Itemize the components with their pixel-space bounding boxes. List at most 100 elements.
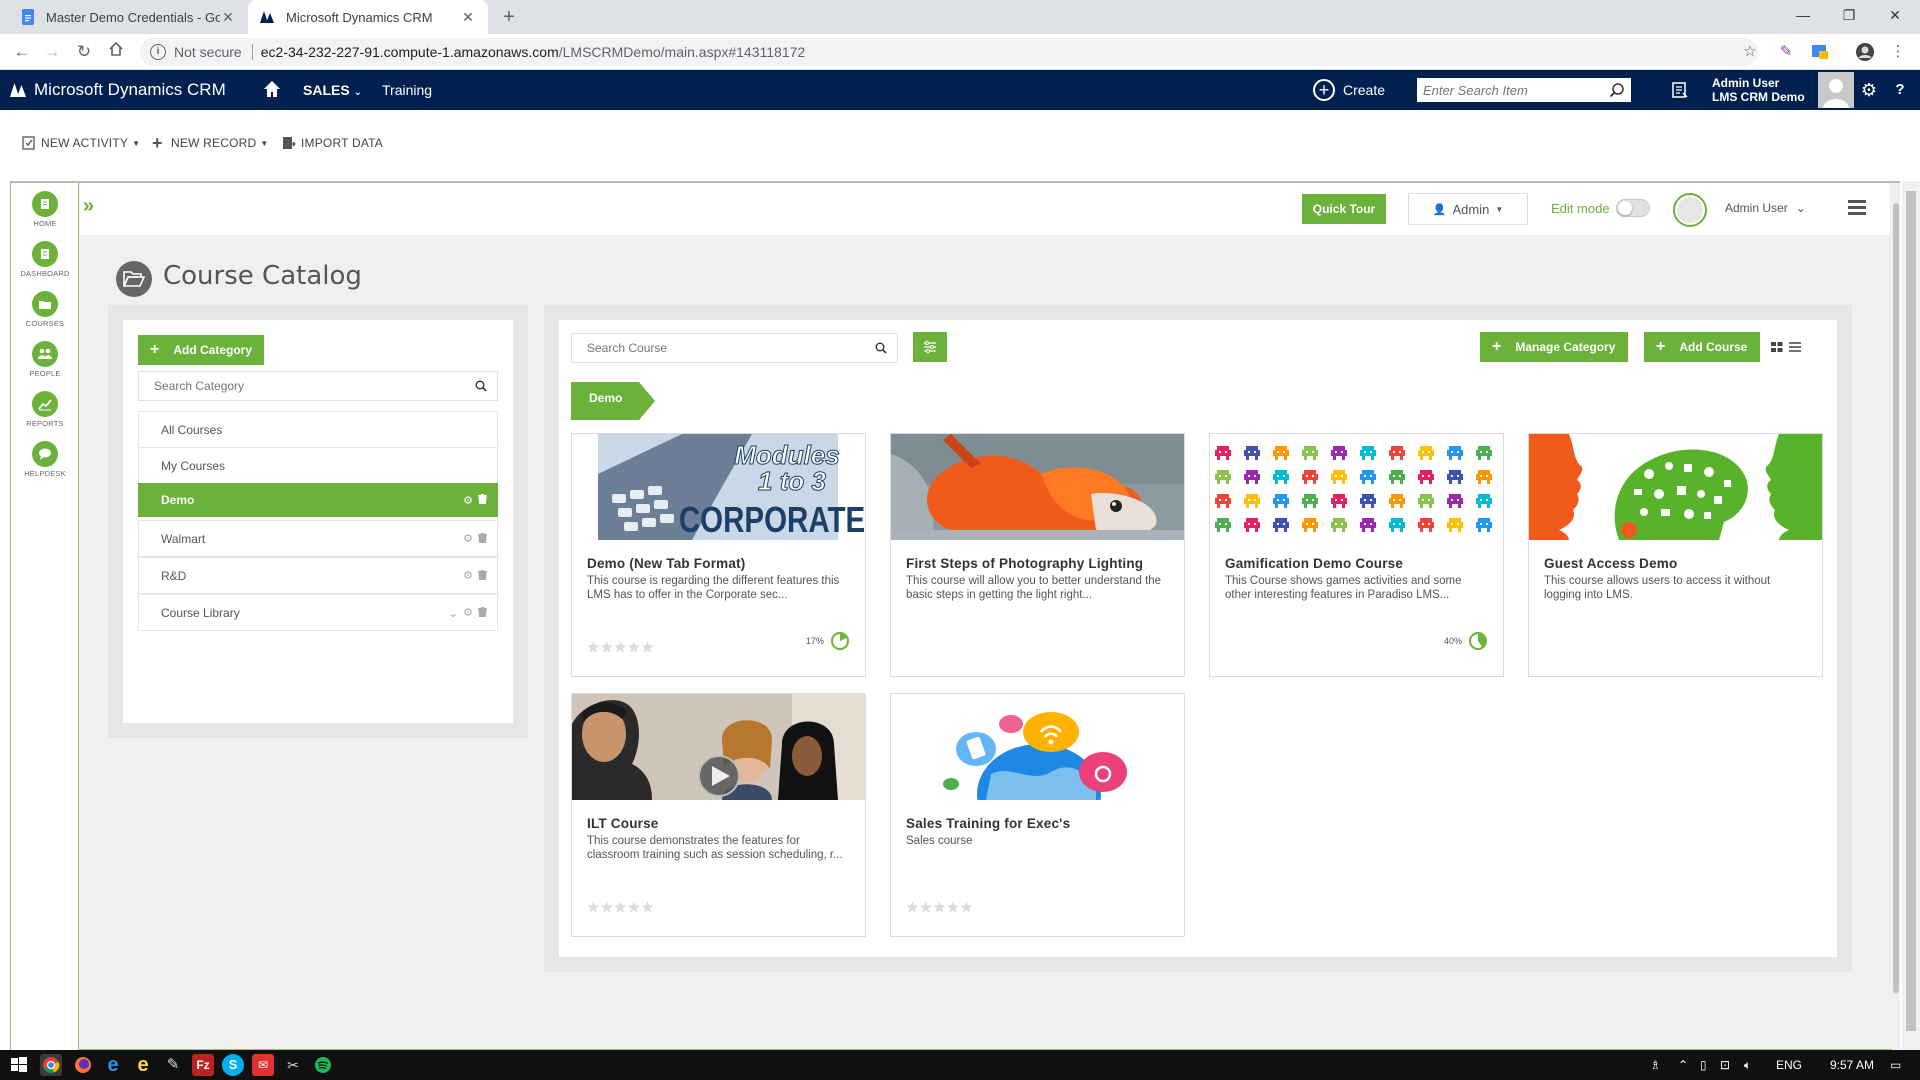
avatar[interactable]: [1818, 72, 1854, 108]
course-card[interactable]: Gamification Demo Course This Course sho…: [1209, 433, 1504, 677]
add-category-button[interactable]: + Add Category: [138, 335, 264, 365]
home-icon[interactable]: [262, 79, 282, 99]
gear-icon[interactable]: ⚙: [463, 532, 473, 545]
role-dropdown[interactable]: 👤 Admin ▼: [1408, 193, 1528, 225]
ie-icon[interactable]: e: [132, 1054, 154, 1076]
back-icon[interactable]: ←: [10, 40, 34, 64]
chevron-down-icon[interactable]: ⌄: [448, 606, 458, 620]
filezilla-icon[interactable]: Fz: [192, 1054, 214, 1076]
add-course-button[interactable]: + Add Course: [1644, 332, 1760, 362]
windows-start-icon[interactable]: [8, 1054, 30, 1076]
category-all-courses[interactable]: All Courses: [138, 411, 498, 448]
category-my-courses[interactable]: My Courses: [138, 447, 498, 484]
trash-icon[interactable]: [478, 569, 487, 583]
gear-icon[interactable]: ⚙: [463, 494, 473, 507]
sidebar-item-people[interactable]: PEOPLE: [11, 341, 79, 378]
search-icon[interactable]: [1609, 82, 1625, 98]
notifications-icon[interactable]: ▭: [1890, 1050, 1901, 1080]
browser-menu-icon[interactable]: ⋮: [1888, 42, 1908, 62]
user-menu[interactable]: Admin User ⌄: [1725, 201, 1806, 215]
sidebar-item-courses[interactable]: COURSES: [11, 291, 79, 328]
course-title[interactable]: Demo (New Tab Format): [587, 556, 745, 571]
clock[interactable]: 9:57 AM: [1830, 1050, 1874, 1080]
filter-button[interactable]: [913, 332, 947, 362]
breadcrumb[interactable]: Demo: [571, 382, 657, 420]
new-record-button[interactable]: + NEW RECORD ▼: [152, 132, 268, 154]
trash-icon[interactable]: [478, 493, 487, 507]
minimize-button[interactable]: —: [1780, 0, 1826, 30]
course-title[interactable]: Sales Training for Exec's: [906, 816, 1070, 831]
settings-gear-icon[interactable]: ⚙: [1859, 80, 1879, 100]
create-button[interactable]: + Create: [1313, 70, 1385, 110]
course-title[interactable]: Gamification Demo Course: [1225, 556, 1403, 571]
scrollbar-thumb[interactable]: [1906, 191, 1916, 1031]
chevron-up-icon[interactable]: ⌃: [1678, 1050, 1688, 1080]
battery-icon[interactable]: ▯: [1700, 1050, 1707, 1080]
hamburger-menu-icon[interactable]: [1848, 200, 1866, 216]
course-card[interactable]: First Steps of Photography Lighting This…: [890, 433, 1185, 677]
global-search-input[interactable]: [1423, 82, 1609, 98]
expand-sidebar-icon[interactable]: »: [83, 195, 103, 217]
scrollbar-thumb[interactable]: [1893, 203, 1899, 993]
close-window-button[interactable]: ✕: [1872, 0, 1918, 30]
edge-icon[interactable]: e: [102, 1054, 124, 1076]
people-icon[interactable]: ♗: [1650, 1050, 1661, 1080]
new-tab-button[interactable]: +: [498, 6, 520, 28]
new-activity-button[interactable]: NEW ACTIVITY ▼: [22, 132, 140, 154]
crm-user-info[interactable]: Admin User LMS CRM Demo: [1712, 76, 1805, 104]
help-icon[interactable]: ?: [1890, 80, 1910, 100]
category-rnd[interactable]: R&D ⚙: [138, 557, 498, 594]
course-title[interactable]: Guest Access Demo: [1544, 556, 1677, 571]
course-title[interactable]: First Steps of Photography Lighting: [906, 556, 1143, 571]
manage-category-button[interactable]: + Manage Category: [1480, 332, 1628, 362]
module-menu[interactable]: SALES ⌄: [303, 70, 362, 110]
search-icon[interactable]: [875, 342, 887, 354]
mail-icon[interactable]: ✉: [252, 1054, 274, 1076]
sidebar-item-dashboard[interactable]: DASHBOARD: [11, 241, 79, 278]
home-icon[interactable]: [104, 40, 128, 64]
skype-icon[interactable]: S: [222, 1054, 244, 1076]
crm-brand[interactable]: Microsoft Dynamics CRM: [10, 70, 226, 110]
network-icon[interactable]: ⊡: [1720, 1050, 1730, 1080]
bookmark-star-icon[interactable]: ☆: [1740, 42, 1760, 62]
input-language[interactable]: ENG: [1776, 1050, 1802, 1080]
course-search-input[interactable]: [587, 341, 875, 355]
editor-icon[interactable]: ✎: [162, 1054, 184, 1076]
rating-stars[interactable]: ★★★★★: [587, 899, 655, 916]
chrome-icon[interactable]: [40, 1054, 62, 1076]
gear-icon[interactable]: ⚙: [463, 606, 473, 619]
browser-tab-credentials[interactable]: Master Demo Credentials - Goog ✕: [8, 0, 248, 34]
import-data-button[interactable]: IMPORT DATA: [282, 132, 383, 154]
sidebar-item-reports[interactable]: REPORTS: [11, 391, 79, 428]
volume-icon[interactable]: 🔈︎: [1744, 1050, 1751, 1080]
grid-view-icon[interactable]: [1771, 340, 1785, 354]
close-tab-icon[interactable]: ✕: [220, 9, 236, 26]
trash-icon[interactable]: [478, 606, 487, 620]
course-title[interactable]: ILT Course: [587, 816, 659, 831]
inner-scrollbar[interactable]: [1892, 183, 1900, 1050]
sidebar-item-helpdesk[interactable]: HELPDESK: [11, 441, 79, 478]
quick-tour-button[interactable]: Quick Tour: [1302, 194, 1386, 224]
edit-mode-toggle[interactable]: [1615, 199, 1650, 217]
category-walmart[interactable]: Walmart ⚙: [138, 520, 498, 557]
category-demo[interactable]: Demo ⚙: [138, 483, 498, 517]
reload-icon[interactable]: ↻: [72, 40, 96, 64]
area-training[interactable]: Training: [382, 70, 432, 110]
category-search-input[interactable]: [154, 379, 475, 393]
gear-icon[interactable]: ⚙: [463, 569, 473, 582]
profile-avatar-icon[interactable]: [1855, 42, 1875, 62]
firefox-icon[interactable]: [72, 1054, 94, 1076]
address-bar[interactable]: i Not secure ec2-34-232-227-91.compute-1…: [140, 38, 1758, 66]
info-icon[interactable]: i: [150, 44, 166, 60]
course-card[interactable]: Modules 1 to 3 CORPORATE Demo (New Tab F…: [571, 433, 866, 677]
page-scrollbar[interactable]: [1902, 181, 1920, 1050]
category-course-library[interactable]: Course Library ⌄ ⚙: [138, 594, 498, 631]
browser-tab-crm[interactable]: Microsoft Dynamics CRM ✕: [248, 0, 488, 34]
course-card[interactable]: ILT Course This course demonstrates the …: [571, 693, 866, 937]
restore-button[interactable]: ❐: [1826, 0, 1872, 30]
spotify-icon[interactable]: [312, 1054, 334, 1076]
forward-icon[interactable]: →: [40, 40, 64, 64]
snipping-tool-icon[interactable]: ✂: [282, 1054, 304, 1076]
avatar[interactable]: [1673, 193, 1707, 227]
extension-icon[interactable]: [1810, 42, 1830, 62]
